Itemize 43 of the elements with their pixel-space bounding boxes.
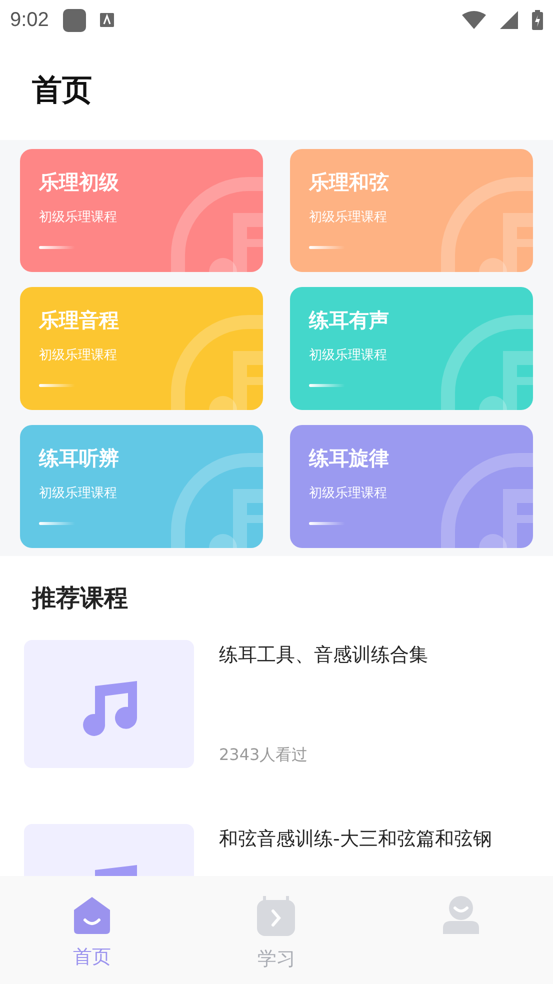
course-thumbnail[interactable] — [24, 640, 194, 768]
category-card[interactable]: 乐理音程 初级乐理课程 — [20, 287, 263, 410]
category-title: 练耳旋律 — [309, 445, 390, 472]
category-title: 乐理音程 — [39, 307, 120, 334]
keyboard-icon — [100, 13, 114, 27]
accent-line — [39, 522, 75, 525]
category-subtitle: 初级乐理课程 — [309, 347, 388, 364]
course-title[interactable]: 练耳工具、音感训练合集 — [219, 642, 428, 668]
tab-item[interactable]: 首页 — [0, 876, 184, 984]
course-title[interactable]: 和弦音感训练-大三和弦篇和弦钢 — [219, 826, 492, 852]
tab-label: 学习 — [257, 947, 296, 972]
accent-line — [39, 384, 75, 387]
category-subtitle: 初级乐理课程 — [39, 209, 118, 226]
page-title: 首页 — [32, 72, 92, 110]
home-icon — [73, 896, 112, 934]
category-subtitle: 初级乐理课程 — [309, 209, 388, 226]
person-icon — [442, 896, 480, 934]
category-title: 乐理和弦 — [309, 169, 390, 196]
category-subtitle: 初级乐理课程 — [39, 485, 118, 502]
view-count: 2343人看过 — [219, 745, 309, 766]
category-title: 乐理初级 — [39, 169, 120, 196]
category-card[interactable]: 练耳听辨 初级乐理课程 — [20, 425, 263, 548]
category-title: 练耳听辨 — [39, 445, 120, 472]
battery-icon — [532, 10, 543, 30]
section-title: 推荐课程 — [32, 583, 129, 614]
category-subtitle: 初级乐理课程 — [39, 347, 118, 364]
category-subtitle: 初级乐理课程 — [309, 485, 388, 502]
study-icon — [256, 896, 296, 936]
accent-line — [309, 384, 345, 387]
category-title: 练耳有声 — [309, 307, 390, 334]
tab-item[interactable]: 学习 — [184, 876, 369, 984]
category-card[interactable]: 乐理和弦 初级乐理课程 — [290, 149, 533, 272]
app-icon — [62, 8, 86, 32]
accent-line — [309, 522, 345, 525]
category-card[interactable]: 乐理初级 初级乐理课程 — [20, 149, 263, 272]
accent-line — [39, 246, 75, 249]
status-time: 9:02 — [10, 8, 49, 32]
category-card[interactable]: 练耳有声 初级乐理课程 — [290, 287, 533, 410]
accent-line — [309, 246, 345, 249]
signal-icon — [500, 11, 518, 29]
category-card[interactable]: 练耳旋律 初级乐理课程 — [290, 425, 533, 548]
tab-label: 首页 — [73, 945, 112, 970]
wifi-icon — [462, 11, 486, 29]
